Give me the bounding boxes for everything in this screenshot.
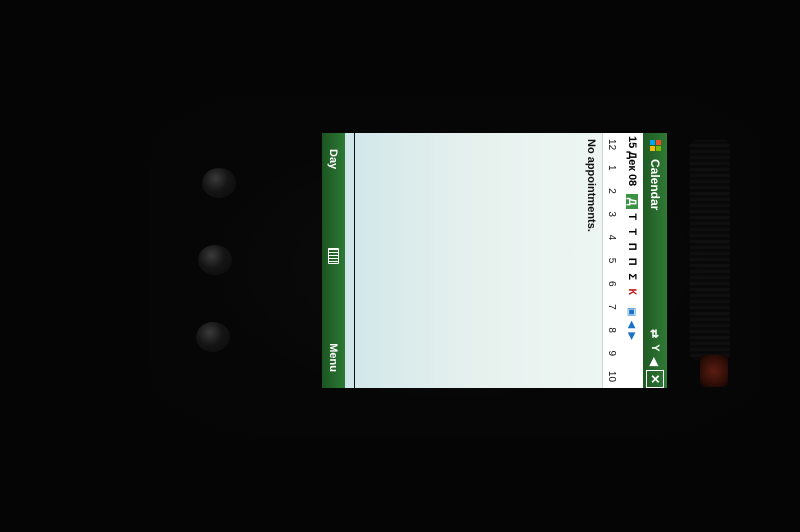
day-tue[interactable]: Т [626, 209, 638, 224]
timeline-divider [354, 133, 355, 388]
hour-label: 12 [606, 139, 618, 151]
hour-label: 4 [606, 234, 618, 241]
hardware-button-top[interactable] [202, 168, 236, 198]
app-title: Calendar [648, 159, 662, 211]
red-indicator-light [700, 355, 728, 387]
keyboard-icon[interactable] [328, 248, 339, 265]
hour-label: 2 [606, 188, 618, 194]
current-date[interactable]: 15 Дек 08 [626, 136, 638, 186]
day-softkey[interactable]: Day [328, 149, 340, 169]
previous-week-icon[interactable]: ◀ [627, 321, 638, 329]
calendar-app: Calendar ⇄ Y ◀ ✕ 15 Дек 08 Д Т Т П П Σ К… [322, 133, 667, 388]
hardware-button-bottom[interactable] [196, 322, 230, 352]
week-header: 15 Дек 08 Д Т Т П П Σ К ▣ ◀ ▶ [620, 133, 643, 388]
hour-label: 8 [606, 327, 618, 333]
day-thu[interactable]: П [626, 239, 638, 254]
day-sat[interactable]: Σ [626, 269, 638, 284]
hour-label: 6 [606, 280, 618, 287]
status-icons: ⇄ Y ◀ [649, 329, 662, 366]
day-mon[interactable]: Д [626, 194, 638, 210]
connectivity-icon[interactable]: ⇄ [649, 329, 662, 338]
day-wed[interactable]: Т [626, 224, 638, 239]
hour-label: 7 [606, 304, 618, 310]
volume-icon[interactable]: ◀ [649, 358, 662, 366]
hour-label: 1 [606, 165, 618, 171]
day-fri[interactable]: П [626, 254, 638, 269]
hour-ruler: 12 1 2 3 4 5 6 7 8 9 10 [602, 133, 621, 388]
windows-start-icon[interactable] [646, 137, 664, 155]
speaker-grill [690, 140, 730, 360]
hour-label: 9 [606, 350, 618, 357]
device-screen: Calendar ⇄ Y ◀ ✕ 15 Дек 08 Д Т Т П П Σ К… [322, 133, 667, 388]
hour-label: 5 [606, 257, 618, 264]
soft-key-bar: Day Menu [322, 133, 345, 388]
empty-state-text: No appointments. [585, 139, 597, 232]
hour-label: 10 [606, 370, 618, 383]
hardware-button-middle[interactable] [198, 245, 232, 275]
hour-label: 3 [606, 211, 618, 217]
close-button[interactable]: ✕ [646, 370, 664, 388]
menu-softkey[interactable]: Menu [328, 343, 340, 372]
next-week-icon[interactable]: ▶ [627, 332, 638, 340]
day-sun[interactable]: К [626, 284, 638, 299]
signal-icon[interactable]: Y [649, 344, 661, 351]
calendar-picker-icon[interactable]: ▣ [627, 307, 638, 316]
week-nav: ▣ ◀ ▶ [627, 307, 638, 340]
title-bar: Calendar ⇄ Y ◀ ✕ [643, 133, 667, 388]
